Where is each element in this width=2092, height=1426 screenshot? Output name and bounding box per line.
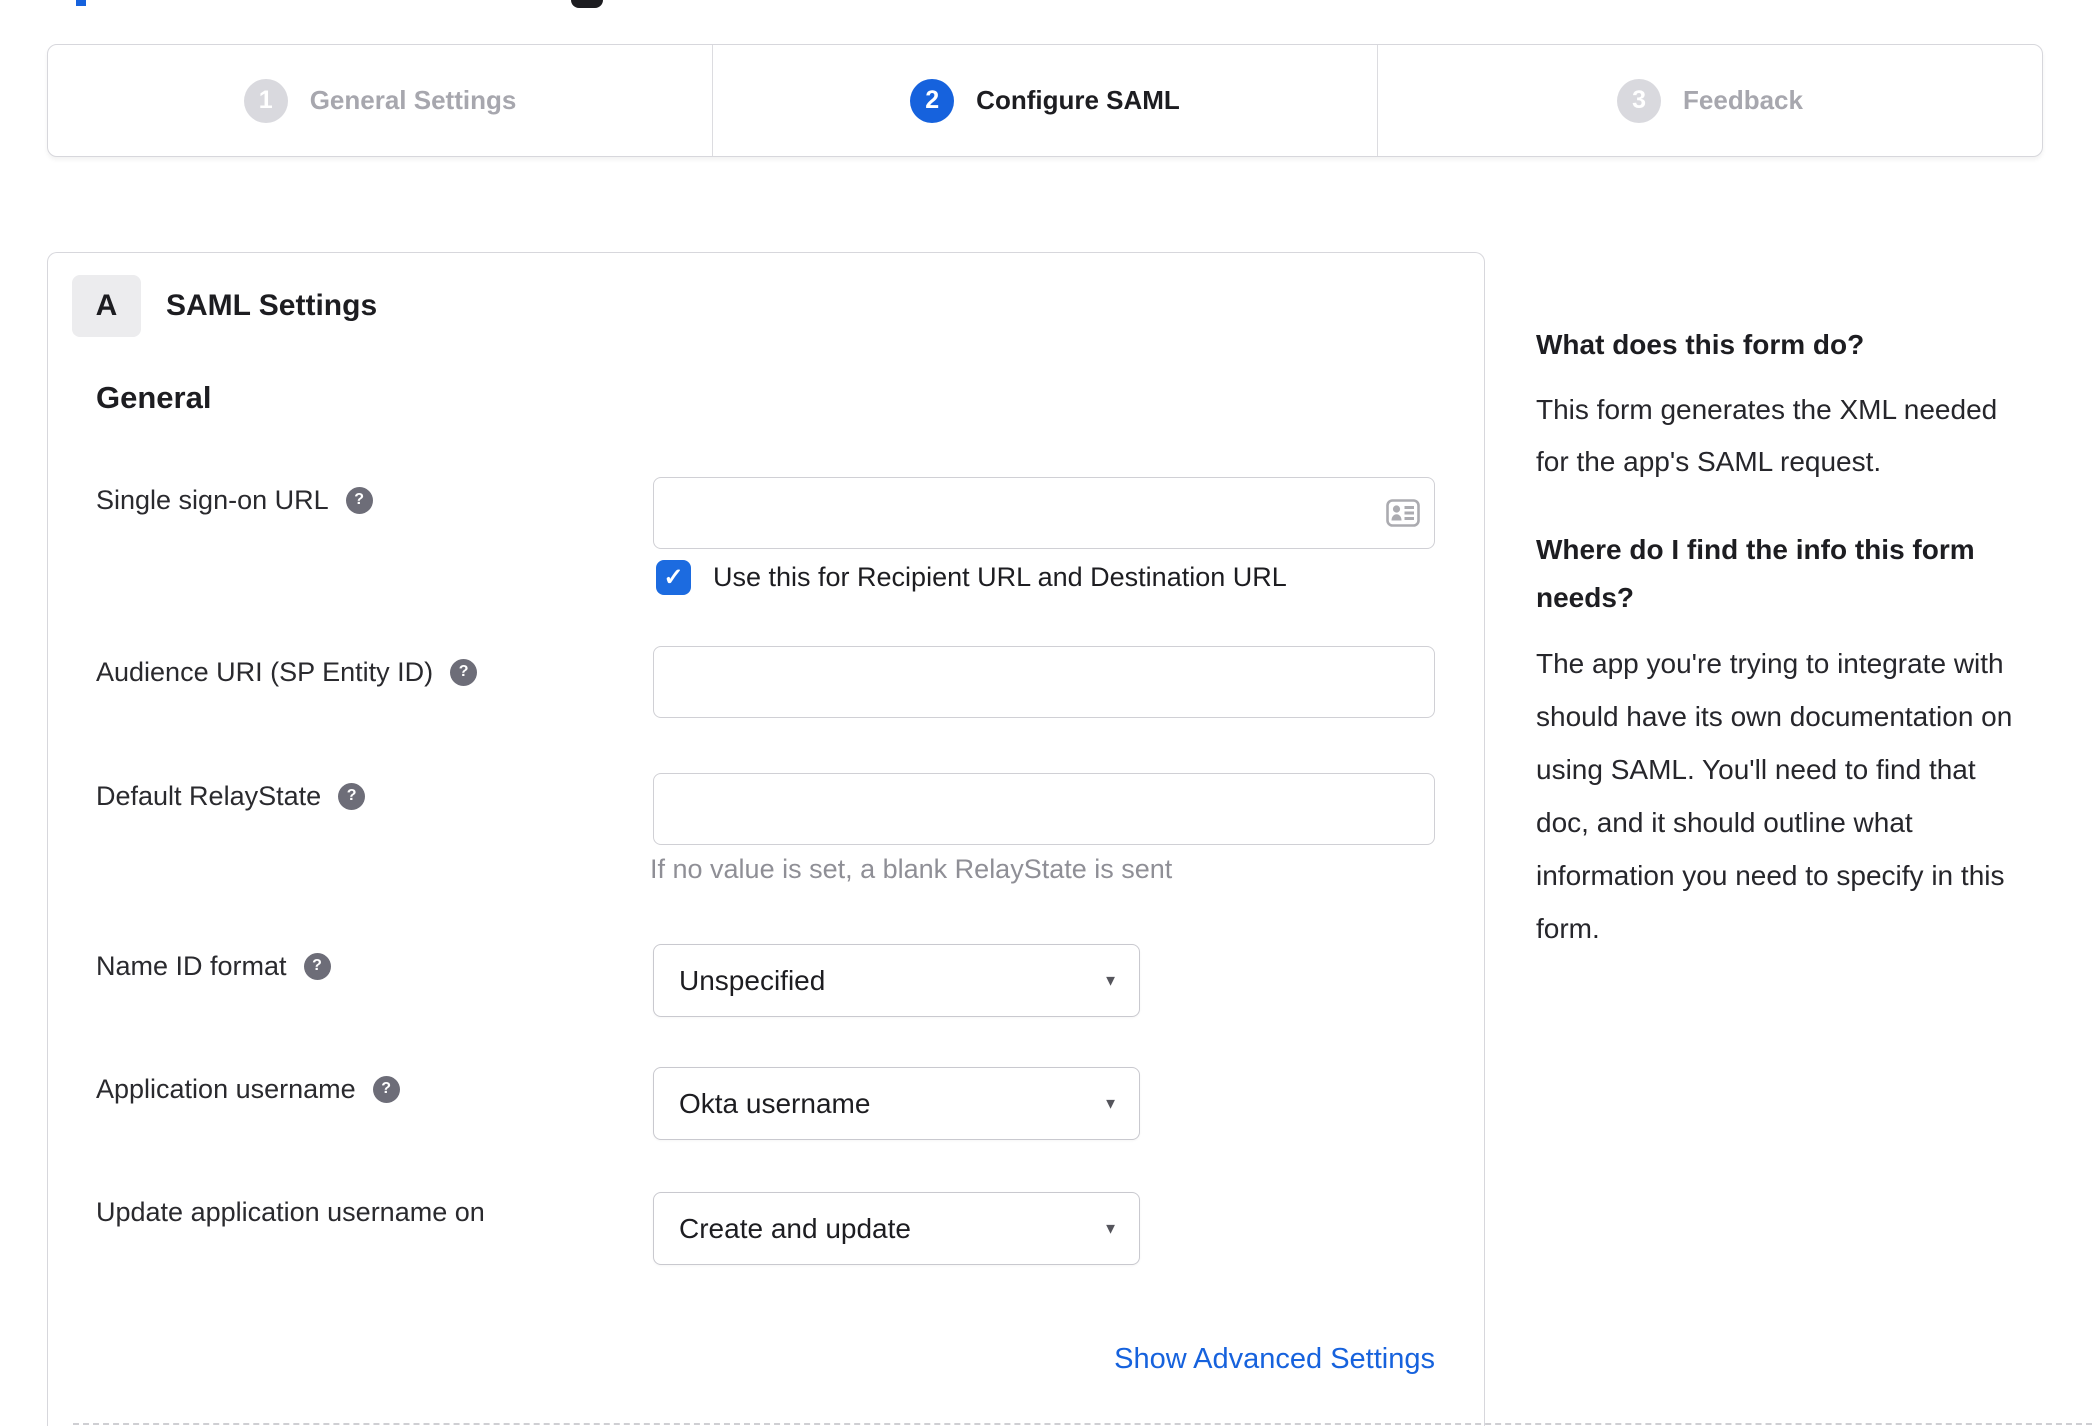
help-answer-1-line: This form generates the XML needed [1536, 394, 1998, 425]
step-3-label: Feedback [1683, 85, 1803, 115]
cut-off-link-fragment [76, 0, 86, 6]
chevron-down-icon: ▼ [1103, 972, 1118, 989]
show-advanced-settings-link[interactable]: Show Advanced Settings [1114, 1339, 1435, 1379]
help-answer-1: This form generates the XML needed for t… [1536, 384, 2092, 488]
section-divider [73, 1423, 2092, 1425]
app-username-label-row: Application username ? [96, 1069, 400, 1109]
step-configure-saml[interactable]: 2 Configure SAML [712, 45, 1377, 156]
contact-card-icon[interactable] [1386, 499, 1420, 527]
app-username-value: Okta username [679, 1087, 871, 1119]
help-answer-2-line: information you need to specify in this [1536, 860, 2005, 891]
name-id-format-value: Unspecified [679, 964, 826, 996]
app-username-select[interactable]: Okta username ▼ [653, 1067, 1140, 1140]
update-username-value: Create and update [679, 1212, 911, 1244]
section-a-badge: A [72, 275, 141, 337]
name-id-format-label: Name ID format [96, 950, 287, 981]
help-question-2-line: Where do I find the info this form [1536, 534, 1975, 565]
sso-url-label-row: Single sign-on URL ? [96, 480, 373, 520]
relay-state-input[interactable] [653, 773, 1435, 845]
update-username-select[interactable]: Create and update ▼ [653, 1192, 1140, 1265]
help-icon[interactable]: ? [303, 952, 331, 980]
help-answer-2-line: doc, and it should outline what [1536, 807, 1913, 838]
panel-title: SAML Settings [166, 289, 378, 322]
recipient-url-checkbox-row: ✓ Use this for Recipient URL and Destina… [656, 557, 1287, 597]
name-id-format-select[interactable]: Unspecified ▼ [653, 944, 1140, 1017]
help-question-2: Where do I find the info this form needs… [1536, 526, 2092, 622]
cut-off-icon-fragment [571, 0, 603, 8]
help-answer-2-line: should have its own documentation on [1536, 701, 2013, 732]
chevron-down-icon: ▼ [1103, 1095, 1118, 1112]
sso-url-input-wrap [653, 477, 1435, 549]
chevron-down-icon: ▼ [1103, 1220, 1118, 1237]
step-general-settings[interactable]: 1 General Settings [48, 45, 712, 156]
help-icon[interactable]: ? [345, 486, 373, 514]
audience-uri-label-row: Audience URI (SP Entity ID) ? [96, 652, 478, 692]
help-icon[interactable]: ? [450, 658, 478, 686]
help-answer-2-line: The app you're trying to integrate with [1536, 648, 2004, 679]
recipient-url-checkbox-label: Use this for Recipient URL and Destinati… [713, 561, 1287, 592]
name-id-format-label-row: Name ID format ? [96, 946, 331, 986]
update-username-label: Update application username on [96, 1196, 485, 1227]
saml-settings-panel: A SAML Settings General Single sign-on U… [47, 252, 1485, 1426]
relay-state-hint: If no value is set, a blank RelayState i… [650, 854, 1173, 884]
help-answer-2: The app you're trying to integrate with … [1536, 637, 2092, 955]
sso-url-label: Single sign-on URL [96, 484, 329, 515]
audience-uri-input-wrap [653, 646, 1435, 718]
step-1-circle: 1 [243, 78, 288, 123]
help-icon[interactable]: ? [338, 782, 366, 810]
wizard-stepper: 1 General Settings 2 Configure SAML 3 Fe… [47, 44, 2043, 157]
relay-state-input-wrap [653, 773, 1435, 845]
help-sidebar: What does this form do? This form genera… [1536, 322, 2092, 955]
update-username-label-row: Update application username on [96, 1192, 485, 1232]
help-answer-2-line: form. [1536, 913, 1600, 944]
step-1-label: General Settings [309, 85, 517, 115]
relay-state-label-row: Default RelayState ? [96, 776, 366, 816]
step-3-circle: 3 [1617, 78, 1662, 123]
audience-uri-label: Audience URI (SP Entity ID) [96, 656, 434, 687]
help-answer-2-line: using SAML. You'll need to find that [1536, 754, 1976, 785]
sso-url-input[interactable] [653, 477, 1435, 549]
help-answer-1-line: for the app's SAML request. [1536, 446, 1882, 477]
help-question-2-line: needs? [1536, 582, 1635, 613]
general-section-heading: General [96, 380, 212, 415]
step-feedback[interactable]: 3 Feedback [1377, 45, 2042, 156]
recipient-url-checkbox[interactable]: ✓ [656, 559, 691, 595]
help-icon[interactable]: ? [372, 1075, 400, 1103]
app-username-label: Application username [96, 1073, 356, 1104]
step-2-circle: 2 [910, 78, 955, 123]
audience-uri-input[interactable] [653, 646, 1435, 718]
help-question-1: What does this form do? [1536, 329, 1865, 360]
step-2-label: Configure SAML [976, 85, 1180, 115]
relay-state-label: Default RelayState [96, 780, 322, 811]
